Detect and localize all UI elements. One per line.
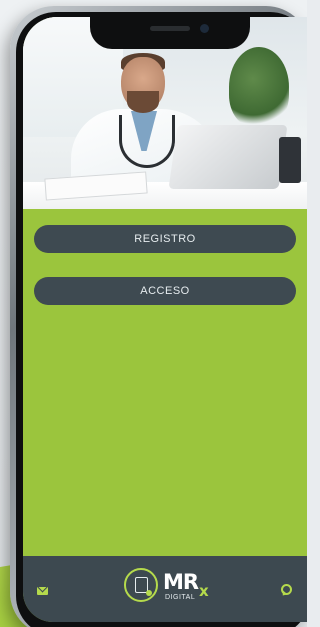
photo-pen-holder <box>279 137 301 183</box>
registro-button[interactable]: REGISTRO <box>34 225 296 253</box>
brand-mark: MR <box>163 570 199 594</box>
doctor-beard <box>127 91 159 113</box>
prescription-doc-icon <box>134 577 152 596</box>
front-camera <box>200 24 209 33</box>
brand-x: x <box>199 582 209 600</box>
phone-notch <box>90 17 250 49</box>
logo-circle-icon <box>124 568 158 602</box>
acceso-button[interactable]: ACCESO <box>34 277 296 305</box>
speaker-grille <box>150 26 190 31</box>
photo-plant <box>229 47 289 127</box>
mail-icon[interactable] <box>37 587 48 595</box>
bottom-bar: MR x DIGITAL <box>23 556 307 622</box>
photo-laptop <box>168 125 288 189</box>
whatsapp-icon[interactable] <box>281 584 292 595</box>
brand-subtitle: DIGITAL <box>165 594 196 601</box>
promo-stage: REGISTRO ACCESO MR x DIGITAL <box>0 0 307 627</box>
app-screen: REGISTRO ACCESO MR x DIGITAL <box>23 17 307 622</box>
